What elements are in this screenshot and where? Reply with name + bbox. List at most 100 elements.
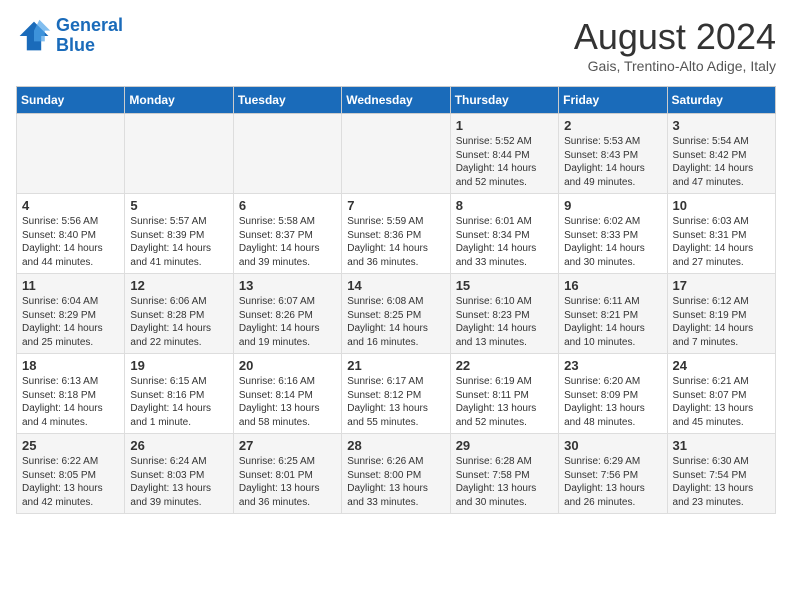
day-number: 31 xyxy=(673,438,770,453)
day-number: 30 xyxy=(564,438,661,453)
day-info: Sunrise: 5:56 AM Sunset: 8:40 PM Dayligh… xyxy=(22,215,119,269)
calendar-day: 16 Sunrise: 6:11 AM Sunset: 8:21 PM Dayli… xyxy=(559,274,667,354)
day-number: 1 xyxy=(456,118,553,133)
day-info: Sunrise: 5:57 AM Sunset: 8:39 PM Dayligh… xyxy=(130,215,227,269)
day-number: 3 xyxy=(673,118,770,133)
day-number: 5 xyxy=(130,198,227,213)
calendar-day: 29 Sunrise: 6:28 AM Sunset: 7:58 PM Dayli… xyxy=(450,434,558,514)
day-number: 11 xyxy=(22,278,119,293)
calendar-day: 19Sunrise: 6:15 AM Sunset: 8:16 PM Dayli… xyxy=(125,354,233,434)
day-info: Sunrise: 6:11 AM Sunset: 8:21 PM Dayligh… xyxy=(564,295,661,349)
month-title: August 2024 xyxy=(574,16,776,58)
calendar-day: 12 Sunrise: 6:06 AM Sunset: 8:28 PM Dayli… xyxy=(125,274,233,354)
calendar-day: 9 Sunrise: 6:02 AM Sunset: 8:33 PM Daylig… xyxy=(559,194,667,274)
calendar-day xyxy=(17,114,125,194)
day-info: Sunrise: 6:29 AM Sunset: 7:56 PM Dayligh… xyxy=(564,455,661,509)
day-info: Sunrise: 6:03 AM Sunset: 8:31 PM Dayligh… xyxy=(673,215,770,269)
calendar-header: SundayMondayTuesdayWednesdayThursdayFrid… xyxy=(17,87,776,114)
calendar-day: 1 Sunrise: 5:52 AM Sunset: 8:44 PM Daylig… xyxy=(450,114,558,194)
day-number: 22 xyxy=(456,358,553,373)
calendar-day: 25Sunrise: 6:22 AM Sunset: 8:05 PM Dayli… xyxy=(17,434,125,514)
day-number: 21 xyxy=(347,358,444,373)
day-info: Sunrise: 6:20 AM Sunset: 8:09 PM Dayligh… xyxy=(564,375,661,429)
page-header: General Blue August 2024 Gais, Trentino-… xyxy=(16,16,776,74)
day-number: 7 xyxy=(347,198,444,213)
calendar-day: 10 Sunrise: 6:03 AM Sunset: 8:31 PM Dayli… xyxy=(667,194,775,274)
calendar-day: 13Sunrise: 6:07 AM Sunset: 8:26 PM Dayli… xyxy=(233,274,341,354)
calendar-day: 7Sunrise: 5:59 AM Sunset: 8:36 PM Daylig… xyxy=(342,194,450,274)
calendar-day: 30 Sunrise: 6:29 AM Sunset: 7:56 PM Dayli… xyxy=(559,434,667,514)
calendar-day: 11 Sunrise: 6:04 AM Sunset: 8:29 PM Dayli… xyxy=(17,274,125,354)
day-info: Sunrise: 6:08 AM Sunset: 8:25 PM Dayligh… xyxy=(347,295,444,349)
day-info: Sunrise: 6:10 AM Sunset: 8:23 PM Dayligh… xyxy=(456,295,553,349)
calendar-week-4: 18 Sunrise: 6:13 AM Sunset: 8:18 PM Dayli… xyxy=(17,354,776,434)
calendar-day: 24 Sunrise: 6:21 AM Sunset: 8:07 PM Dayli… xyxy=(667,354,775,434)
calendar-day: 21 Sunrise: 6:17 AM Sunset: 8:12 PM Dayli… xyxy=(342,354,450,434)
day-info: Sunrise: 6:26 AM Sunset: 8:00 PM Dayligh… xyxy=(347,455,444,509)
calendar-day: 14 Sunrise: 6:08 AM Sunset: 8:25 PM Dayli… xyxy=(342,274,450,354)
day-info: Sunrise: 5:58 AM Sunset: 8:37 PM Dayligh… xyxy=(239,215,336,269)
day-info: Sunrise: 6:12 AM Sunset: 8:19 PM Dayligh… xyxy=(673,295,770,349)
day-info: Sunrise: 6:02 AM Sunset: 8:33 PM Dayligh… xyxy=(564,215,661,269)
day-info: Sunrise: 6:06 AM Sunset: 8:28 PM Dayligh… xyxy=(130,295,227,349)
day-info: Sunrise: 6:17 AM Sunset: 8:12 PM Dayligh… xyxy=(347,375,444,429)
calendar-day: 26Sunrise: 6:24 AM Sunset: 8:03 PM Dayli… xyxy=(125,434,233,514)
day-header-monday: Monday xyxy=(125,87,233,114)
day-number: 24 xyxy=(673,358,770,373)
day-number: 18 xyxy=(22,358,119,373)
logo-text: General Blue xyxy=(56,16,123,56)
calendar-day: 18 Sunrise: 6:13 AM Sunset: 8:18 PM Dayli… xyxy=(17,354,125,434)
day-number: 6 xyxy=(239,198,336,213)
day-number: 9 xyxy=(564,198,661,213)
location-subtitle: Gais, Trentino-Alto Adige, Italy xyxy=(574,58,776,74)
day-number: 12 xyxy=(130,278,227,293)
calendar-day: 20Sunrise: 6:16 AM Sunset: 8:14 PM Dayli… xyxy=(233,354,341,434)
day-info: Sunrise: 6:21 AM Sunset: 8:07 PM Dayligh… xyxy=(673,375,770,429)
day-number: 23 xyxy=(564,358,661,373)
day-number: 2 xyxy=(564,118,661,133)
day-info: Sunrise: 5:53 AM Sunset: 8:43 PM Dayligh… xyxy=(564,135,661,189)
day-number: 8 xyxy=(456,198,553,213)
logo-line1: General xyxy=(56,15,123,35)
day-info: Sunrise: 6:28 AM Sunset: 7:58 PM Dayligh… xyxy=(456,455,553,509)
day-info: Sunrise: 6:01 AM Sunset: 8:34 PM Dayligh… xyxy=(456,215,553,269)
calendar-day: 6 Sunrise: 5:58 AM Sunset: 8:37 PM Daylig… xyxy=(233,194,341,274)
day-info: Sunrise: 5:52 AM Sunset: 8:44 PM Dayligh… xyxy=(456,135,553,189)
day-header-friday: Friday xyxy=(559,87,667,114)
day-info: Sunrise: 5:54 AM Sunset: 8:42 PM Dayligh… xyxy=(673,135,770,189)
logo-icon xyxy=(16,18,52,54)
calendar-day: 17 Sunrise: 6:12 AM Sunset: 8:19 PM Dayli… xyxy=(667,274,775,354)
day-number: 28 xyxy=(347,438,444,453)
day-number: 29 xyxy=(456,438,553,453)
calendar-day: 15Sunrise: 6:10 AM Sunset: 8:23 PM Dayli… xyxy=(450,274,558,354)
calendar-day: 4 Sunrise: 5:56 AM Sunset: 8:40 PM Daylig… xyxy=(17,194,125,274)
day-number: 14 xyxy=(347,278,444,293)
day-info: Sunrise: 6:24 AM Sunset: 8:03 PM Dayligh… xyxy=(130,455,227,509)
calendar-day xyxy=(233,114,341,194)
calendar-day: 27 Sunrise: 6:25 AM Sunset: 8:01 PM Dayli… xyxy=(233,434,341,514)
calendar-week-3: 11 Sunrise: 6:04 AM Sunset: 8:29 PM Dayli… xyxy=(17,274,776,354)
day-number: 13 xyxy=(239,278,336,293)
day-info: Sunrise: 6:30 AM Sunset: 7:54 PM Dayligh… xyxy=(673,455,770,509)
calendar-day xyxy=(125,114,233,194)
calendar-week-5: 25Sunrise: 6:22 AM Sunset: 8:05 PM Dayli… xyxy=(17,434,776,514)
calendar-day: 31 Sunrise: 6:30 AM Sunset: 7:54 PM Dayli… xyxy=(667,434,775,514)
day-number: 10 xyxy=(673,198,770,213)
calendar-week-2: 4 Sunrise: 5:56 AM Sunset: 8:40 PM Daylig… xyxy=(17,194,776,274)
day-info: Sunrise: 6:13 AM Sunset: 8:18 PM Dayligh… xyxy=(22,375,119,429)
day-info: Sunrise: 6:22 AM Sunset: 8:05 PM Dayligh… xyxy=(22,455,119,509)
day-header-sunday: Sunday xyxy=(17,87,125,114)
day-info: Sunrise: 6:19 AM Sunset: 8:11 PM Dayligh… xyxy=(456,375,553,429)
day-number: 4 xyxy=(22,198,119,213)
day-info: Sunrise: 6:04 AM Sunset: 8:29 PM Dayligh… xyxy=(22,295,119,349)
day-number: 17 xyxy=(673,278,770,293)
day-info: Sunrise: 6:25 AM Sunset: 8:01 PM Dayligh… xyxy=(239,455,336,509)
day-number: 19 xyxy=(130,358,227,373)
calendar-day: 28 Sunrise: 6:26 AM Sunset: 8:00 PM Dayli… xyxy=(342,434,450,514)
calendar-day: 3 Sunrise: 5:54 AM Sunset: 8:42 PM Daylig… xyxy=(667,114,775,194)
day-number: 27 xyxy=(239,438,336,453)
calendar-table: SundayMondayTuesdayWednesdayThursdayFrid… xyxy=(16,86,776,514)
day-number: 16 xyxy=(564,278,661,293)
title-block: August 2024 Gais, Trentino-Alto Adige, I… xyxy=(574,16,776,74)
calendar-day: 2 Sunrise: 5:53 AM Sunset: 8:43 PM Daylig… xyxy=(559,114,667,194)
